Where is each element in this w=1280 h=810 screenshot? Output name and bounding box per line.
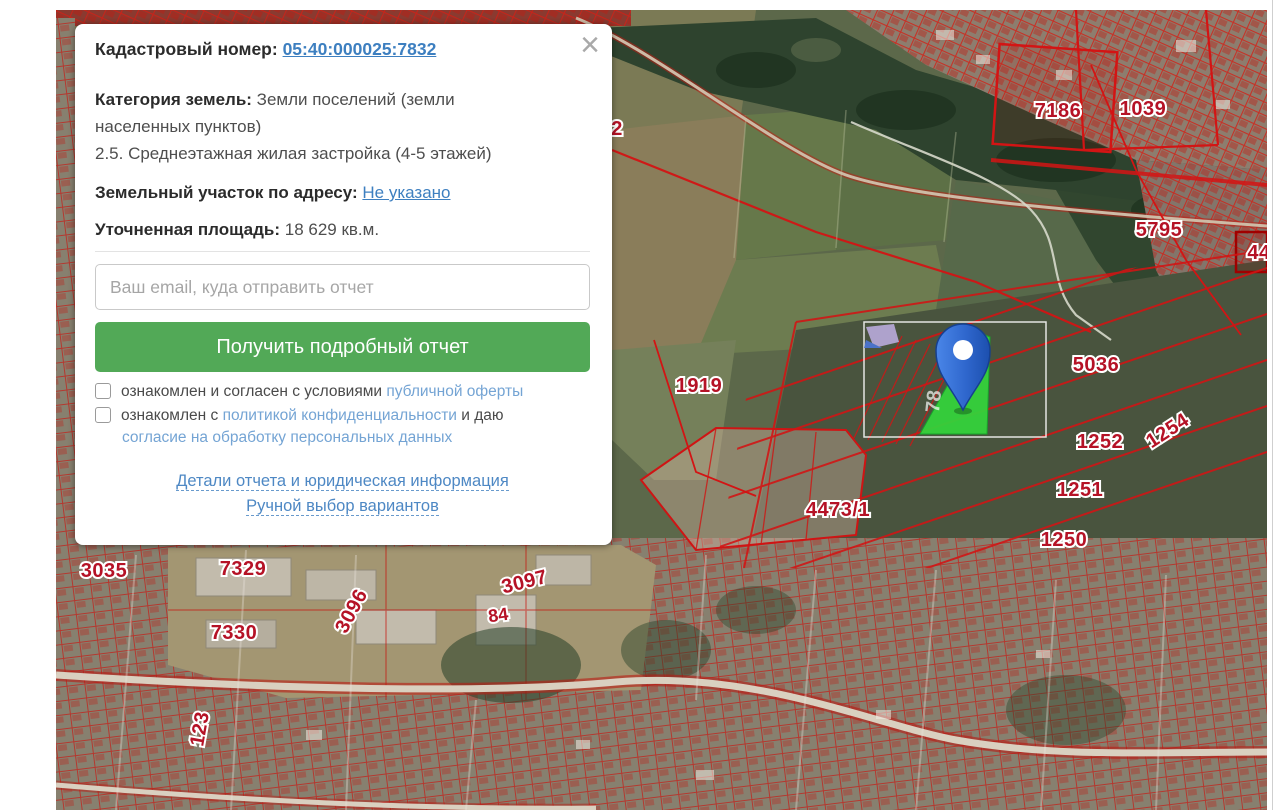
get-report-button[interactable]: Получить подробный отчет xyxy=(95,322,590,372)
divider xyxy=(95,251,590,252)
area-label: Уточненная площадь: xyxy=(95,220,280,239)
privacy-consent-text: ознакомлен с xyxy=(121,407,218,424)
parcel-label: 1250 xyxy=(1041,529,1088,551)
parcel-label: 84 xyxy=(487,604,510,627)
cadastral-number-row: Кадастровый номер: 05:40:000025:7832 xyxy=(95,38,590,60)
parcel-label: 7329 xyxy=(220,558,267,580)
parcel-info-popup: × Кадастровый номер: 05:40:000025:7832 К… xyxy=(75,24,612,545)
public-offer-link[interactable]: публичной оферты xyxy=(386,383,523,400)
parcel-label: 7330 xyxy=(211,622,258,644)
offer-consent-row: ознакомлен и согласен с условиями публич… xyxy=(95,382,590,402)
parcel-label: 7186 xyxy=(1035,100,1082,122)
address-row: Земельный участок по адресу: Не указано xyxy=(95,179,590,206)
parcel-label: 3035 xyxy=(81,560,128,582)
offer-consent-checkbox[interactable] xyxy=(95,383,111,399)
popup-footer-links: Детали отчета и юридическая информация Р… xyxy=(95,472,590,516)
parcel-label: 44 xyxy=(1247,242,1267,264)
report-details-link[interactable]: Детали отчета и юридическая информация xyxy=(176,472,509,491)
parcel-label: 1252 xyxy=(1077,431,1124,453)
parcel-label: 4473/1 xyxy=(806,499,870,521)
privacy-policy-link[interactable]: политикой конфиденциальности xyxy=(223,407,457,424)
category-label: Категория земель: xyxy=(95,90,252,109)
land-category-block: Категория земель: Земли поселений (земли… xyxy=(95,86,590,167)
parcel-label: 1039 xyxy=(1120,98,1167,120)
manual-select-link[interactable]: Ручной выбор вариантов xyxy=(246,497,439,516)
category-usage-line: 2.5. Среднеэтажная жилая застройка (4-5 … xyxy=(95,140,590,167)
cadastral-number-link[interactable]: 05:40:000025:7832 xyxy=(283,39,437,59)
parcel-label: 5795 xyxy=(1136,219,1183,241)
parcel-label: 5036 xyxy=(1073,354,1120,376)
close-icon[interactable]: × xyxy=(580,28,600,62)
personal-data-consent-link[interactable]: согласие на обработку персональных данны… xyxy=(122,429,452,446)
cadastral-number-label: Кадастровый номер: xyxy=(95,39,278,59)
offer-consent-text: ознакомлен и согласен с условиями xyxy=(121,383,382,400)
category-value: Земли поселений (земли xyxy=(257,90,455,109)
email-input[interactable] xyxy=(95,264,590,310)
selected-parcel-number: 78 xyxy=(922,389,946,413)
privacy-consent-tail: и даю xyxy=(461,407,503,424)
parcel-label: 1919 xyxy=(676,375,723,397)
parcel-label: 1251 xyxy=(1057,479,1104,501)
page-edge-line xyxy=(1272,0,1273,810)
privacy-consent-checkbox[interactable] xyxy=(95,407,111,423)
area-value: 18 629 кв.м. xyxy=(285,220,379,239)
category-value-line2: населенных пунктов) xyxy=(95,113,590,140)
address-label: Земельный участок по адресу: xyxy=(95,183,358,202)
privacy-consent-row: ознакомлен с политикой конфиденциальност… xyxy=(95,406,590,426)
area-row: Уточненная площадь: 18 629 кв.м. xyxy=(95,216,590,243)
parcel-label: 2 xyxy=(611,118,623,140)
page: 78 7186 1039 5795 44 2 5036 1254 1252 12… xyxy=(0,0,1280,810)
address-link[interactable]: Не указано xyxy=(362,183,450,202)
